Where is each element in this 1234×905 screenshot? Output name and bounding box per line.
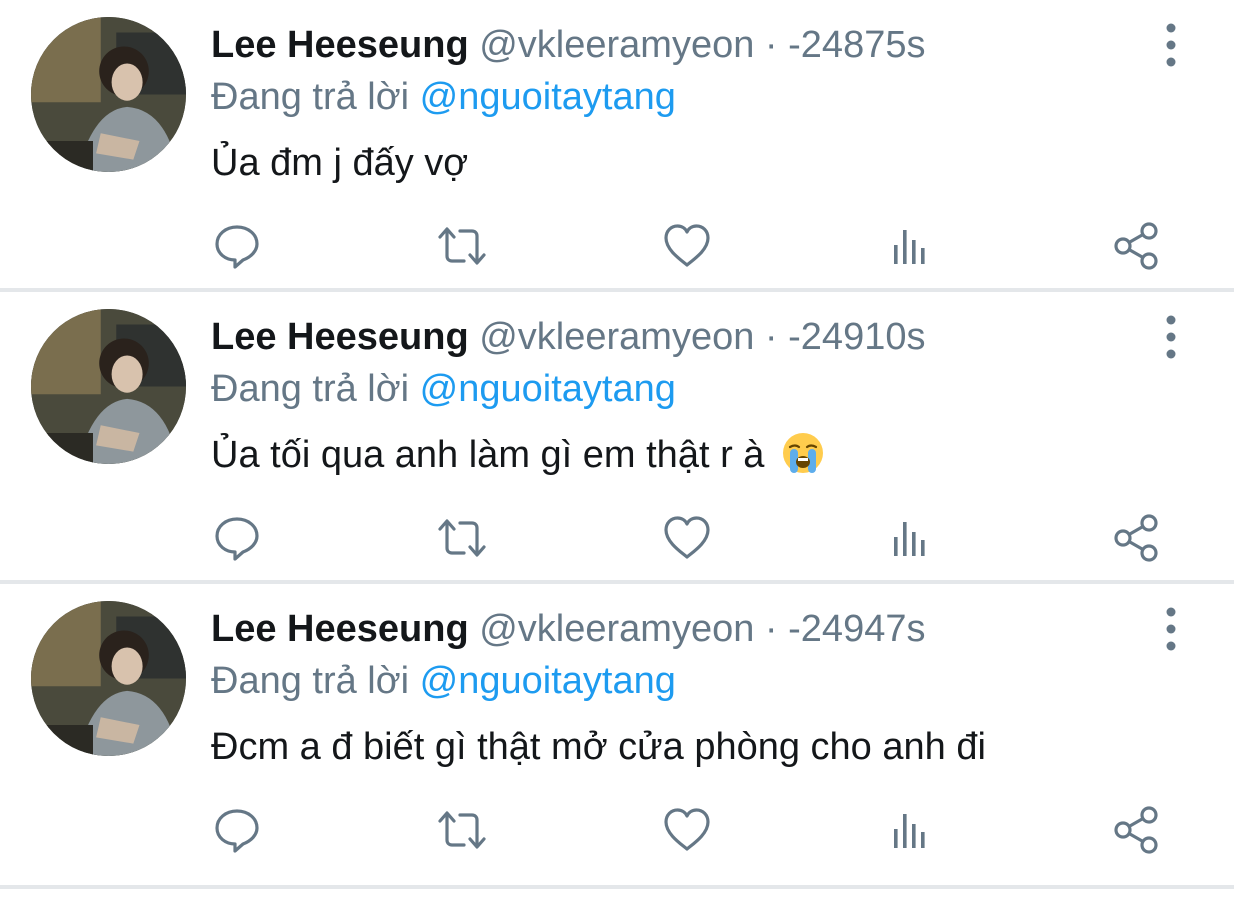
reply-button[interactable] xyxy=(209,510,265,566)
bar-chart-icon xyxy=(894,814,925,848)
tweet-actions xyxy=(0,510,1234,566)
retweet-button[interactable] xyxy=(434,510,490,566)
retweet-arrows-icon xyxy=(438,519,486,557)
vertical-dots-icon xyxy=(1166,607,1176,651)
heart-icon xyxy=(664,224,710,267)
tweet-text-content: Ủa đm j đấy vợ xyxy=(211,142,469,184)
display-name[interactable]: Lee Heeseung xyxy=(211,24,469,66)
heart-icon xyxy=(664,808,710,851)
separator-dot: · xyxy=(764,316,778,358)
tweet-text: Ủa tối qua anh làm gì em thật r à xyxy=(211,430,825,480)
share-button[interactable] xyxy=(1108,218,1164,274)
separator-dot: · xyxy=(764,24,778,66)
display-name[interactable]: Lee Heeseung xyxy=(211,316,469,358)
separator-dot: · xyxy=(764,608,778,650)
replying-to: Đang trả lời @nguoitaytang xyxy=(211,658,676,704)
avatar-photo xyxy=(31,601,186,756)
retweet-button[interactable] xyxy=(434,218,490,274)
like-button[interactable] xyxy=(659,510,715,566)
replying-to-label: Đang trả lời xyxy=(211,76,410,118)
analytics-button[interactable] xyxy=(883,218,939,274)
comment-bubble-icon xyxy=(215,809,259,853)
loudly-crying-face-icon xyxy=(782,433,823,473)
share-nodes-icon xyxy=(1114,806,1158,854)
vertical-dots-icon xyxy=(1166,315,1176,359)
replying-to-label: Đang trả lời xyxy=(211,368,410,410)
replying-to: Đang trả lời @nguoitaytang xyxy=(211,74,676,120)
reply-button[interactable] xyxy=(209,218,265,274)
mention-link[interactable]: @nguoitaytang xyxy=(420,76,676,118)
tweet-text-content: Đcm a đ biết gì thật mở cửa phòng cho an… xyxy=(211,726,986,768)
share-button[interactable] xyxy=(1108,802,1164,858)
replying-to-label: Đang trả lời xyxy=(211,660,410,702)
retweet-arrows-icon xyxy=(438,227,486,265)
tweet-actions xyxy=(0,218,1234,274)
tweet-time[interactable]: -24910s xyxy=(788,316,925,358)
tweet-feed: Lee Heeseung @vkleeramyeon · -24875s Đan… xyxy=(0,0,1234,905)
bar-chart-icon xyxy=(894,230,925,264)
avatar-photo xyxy=(31,309,186,464)
analytics-button[interactable] xyxy=(883,802,939,858)
more-options-button[interactable] xyxy=(1155,604,1187,654)
user-handle[interactable]: @vkleeramyeon xyxy=(479,24,754,66)
user-handle[interactable]: @vkleeramyeon xyxy=(479,608,754,650)
bar-chart-icon xyxy=(894,522,925,556)
retweet-button[interactable] xyxy=(434,802,490,858)
tweet-header: Lee Heeseung @vkleeramyeon · -24947s xyxy=(211,606,925,652)
display-name[interactable]: Lee Heeseung xyxy=(211,608,469,650)
tweet-header: Lee Heeseung @vkleeramyeon · -24875s xyxy=(211,22,925,68)
share-nodes-icon xyxy=(1114,514,1158,562)
user-handle[interactable]: @vkleeramyeon xyxy=(479,316,754,358)
reply-button[interactable] xyxy=(209,802,265,858)
avatar[interactable] xyxy=(31,601,186,756)
replying-to: Đang trả lời @nguoitaytang xyxy=(211,366,676,412)
tweet-text: Đcm a đ biết gì thật mở cửa phòng cho an… xyxy=(211,722,986,772)
tweet[interactable]: Lee Heeseung @vkleeramyeon · -24947s Đan… xyxy=(0,584,1234,889)
avatar[interactable] xyxy=(31,309,186,464)
share-nodes-icon xyxy=(1114,222,1158,270)
tweet-text-content: Ủa tối qua anh làm gì em thật r à xyxy=(211,434,765,476)
more-options-button[interactable] xyxy=(1155,312,1187,362)
retweet-arrows-icon xyxy=(438,811,486,849)
like-button[interactable] xyxy=(659,218,715,274)
vertical-dots-icon xyxy=(1166,23,1176,67)
like-button[interactable] xyxy=(659,802,715,858)
heart-icon xyxy=(664,516,710,559)
tweet[interactable]: Lee Heeseung @vkleeramyeon · -24875s Đan… xyxy=(0,0,1234,292)
comment-bubble-icon xyxy=(215,517,259,561)
avatar[interactable] xyxy=(31,17,186,172)
tweet-actions xyxy=(0,802,1234,858)
tweet[interactable]: Lee Heeseung @vkleeramyeon · -24910s Đan… xyxy=(0,292,1234,584)
tweet-time[interactable]: -24947s xyxy=(788,608,925,650)
analytics-button[interactable] xyxy=(883,510,939,566)
mention-link[interactable]: @nguoitaytang xyxy=(420,660,676,702)
comment-bubble-icon xyxy=(215,225,259,269)
avatar-photo xyxy=(31,17,186,172)
tweet-time[interactable]: -24875s xyxy=(788,24,925,66)
share-button[interactable] xyxy=(1108,510,1164,566)
tweet-text: Ủa đm j đấy vợ xyxy=(211,138,468,188)
mention-link[interactable]: @nguoitaytang xyxy=(420,368,676,410)
more-options-button[interactable] xyxy=(1155,20,1187,70)
tweet-header: Lee Heeseung @vkleeramyeon · -24910s xyxy=(211,314,925,360)
